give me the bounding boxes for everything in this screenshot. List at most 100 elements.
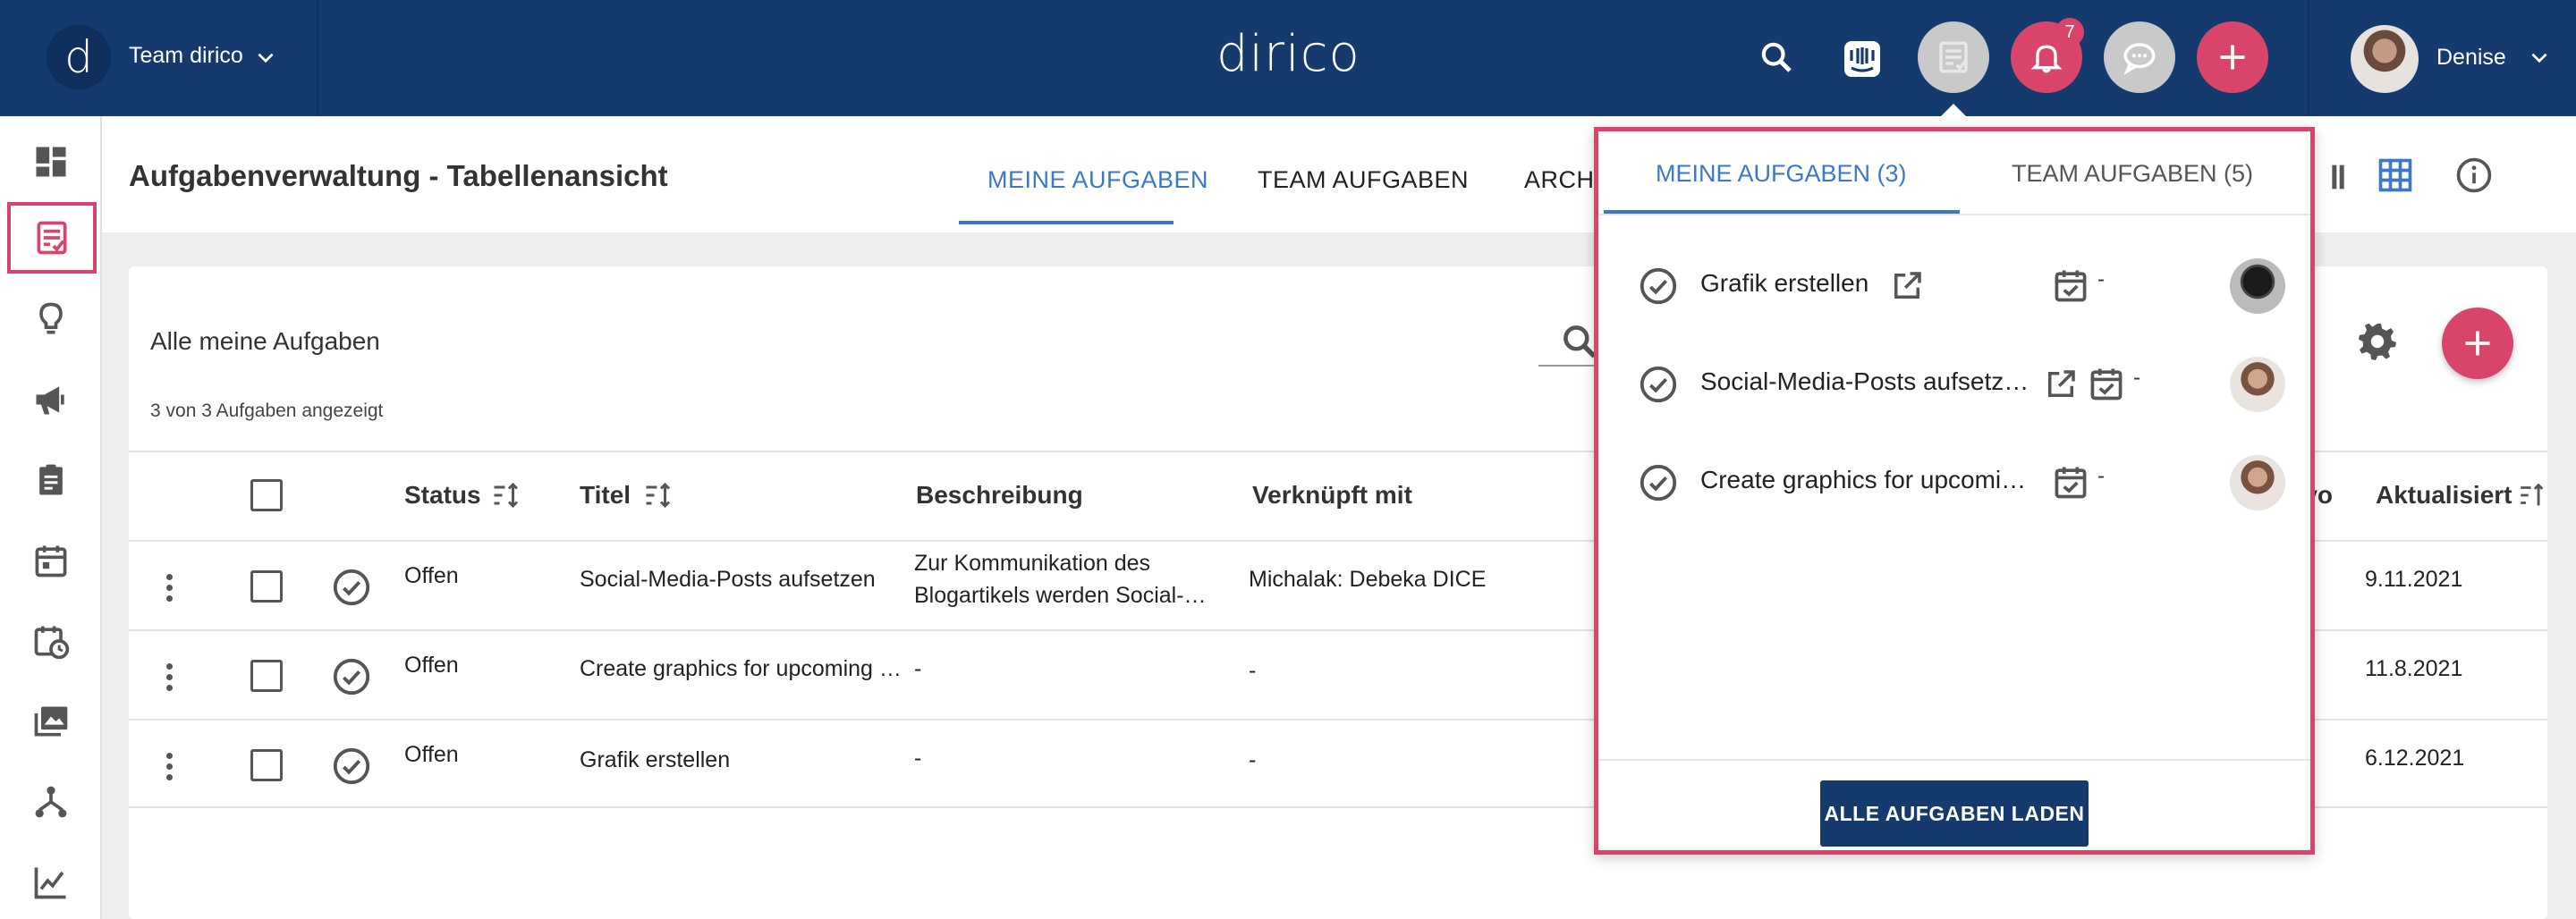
open-external-icon[interactable] [1888,267,1926,305]
popup-footer: ALLE AUFGABEN LADEN [1598,759,2310,850]
sidebar-item-ideas[interactable] [20,288,82,350]
plus-icon [2465,331,2490,356]
status-cell: Offen [404,742,459,767]
calendar-check-icon[interactable] [2051,462,2090,502]
sidebar-item-briefings[interactable] [20,449,82,511]
description-cell: Zur Kommunikation des [914,551,1151,576]
popup-task-date: - [2133,366,2140,390]
info-icon[interactable] [2454,156,2494,195]
tab-my-tasks[interactable]: MEINE AUFGABEN [987,166,1208,194]
plus-icon [2220,45,2245,70]
calendar-check-icon[interactable] [2051,266,2090,305]
row-checkbox[interactable] [250,660,283,692]
chevron-down-icon[interactable] [2528,46,2551,70]
sidebar-item-campaigns[interactable] [20,368,82,431]
assignee-avatar [2230,455,2285,510]
dirico-logo: d [47,25,111,89]
check-circle-icon[interactable] [1638,364,1679,405]
user-name[interactable]: Denise [2436,45,2506,71]
notification-badge: 7 [2055,18,2084,46]
column-header-linked[interactable]: Verknüpft mit [1252,481,1412,510]
dashboard-icon [36,147,66,177]
search-icon[interactable] [1758,39,1794,75]
calendar-clock-icon [34,626,70,660]
sidebar-item-media[interactable] [20,690,82,753]
sidebar-item-calendar[interactable] [20,529,82,592]
lightbulb-icon [39,302,63,334]
more-vert-icon[interactable] [166,574,174,606]
description-cell: - [914,746,922,771]
divider [2308,0,2309,116]
linked-cell[interactable]: Michalak: Debeka DICE [1249,563,1486,595]
add-task-button[interactable] [2442,308,2513,379]
popup-task-item[interactable]: Create graphics for upcomi… - [1598,446,2310,518]
popup-tab-my-tasks[interactable]: MEINE AUFGABEN (3) [1656,160,1907,188]
popup-task-title[interactable]: Grafik erstellen [1700,269,1868,298]
row-checkbox[interactable] [250,749,283,781]
sort-icon[interactable] [2517,479,2547,511]
team-switcher[interactable]: d Team dirico [0,0,318,116]
popup-task-title[interactable]: Create graphics for upcomi… [1700,466,2026,494]
tasks-popup: MEINE AUFGABEN (3) TEAM AUFGABEN (5) Gra… [1594,127,2315,855]
column-header-title[interactable]: Titel [580,481,631,510]
tasks-button[interactable] [1918,21,1989,93]
sidebar-item-tasks[interactable] [7,202,97,274]
updated-cell: 11.8.2021 [2365,656,2463,681]
popup-task-item[interactable]: Social-Media-Posts aufsetz… - [1598,348,2310,419]
row-checkbox[interactable] [250,570,283,603]
popup-arrow [1939,104,1968,118]
column-header-status[interactable]: Status [404,481,481,510]
more-vert-icon[interactable] [166,663,174,696]
sidebar [0,116,102,919]
megaphone-icon [36,386,64,415]
assignee-avatar [2230,258,2285,314]
check-circle-icon[interactable] [1638,462,1679,503]
check-circle-icon[interactable] [1638,266,1679,307]
status-cell: Offen [404,563,459,588]
more-vert-icon[interactable] [166,753,174,785]
load-all-tasks-button[interactable]: ALLE AUFGABEN LADEN [1820,780,2089,847]
table-view-icon[interactable] [2376,156,2415,195]
check-circle-icon[interactable] [331,656,372,697]
card-title: Alle meine Aufgaben [150,327,380,355]
team-name[interactable]: Team dirico [129,43,243,69]
intercom-icon[interactable] [1841,38,1884,80]
tab-team-tasks[interactable]: TEAM AUFGABEN [1258,166,1469,194]
sidebar-item-analytics[interactable] [20,851,82,914]
page-title: Aufgabenverwaltung - Tabellenansicht [129,159,668,192]
hierarchy-icon [35,786,67,818]
task-list-icon [37,221,67,255]
sort-icon[interactable] [642,479,674,511]
select-all-checkbox[interactable] [250,479,283,511]
column-header-description[interactable]: Beschreibung [916,481,1083,510]
popup-tab-team-tasks[interactable]: TEAM AUFGABEN (5) [2012,160,2253,188]
check-circle-icon[interactable] [331,746,372,787]
sidebar-item-dashboard[interactable] [20,131,82,193]
tab-archive[interactable]: ARCH [1524,166,1595,194]
gear-icon[interactable] [2356,320,2399,363]
check-circle-icon[interactable] [331,567,372,608]
sort-icon[interactable] [490,479,522,511]
clipboard-icon [39,464,63,495]
popup-task-title[interactable]: Social-Media-Posts aufsetz… [1700,367,2029,396]
task-list-icon [1939,41,1968,73]
sidebar-item-schedule[interactable] [20,610,82,672]
description-cell-line2: Blogartikels werden Social-… [914,583,1207,608]
title-cell[interactable]: Grafik erstellen [580,744,730,776]
calendar-check-icon[interactable] [2087,364,2126,403]
column-header-updated[interactable]: Aktualisiert [2376,481,2512,510]
chat-button[interactable] [2104,21,2175,93]
active-tab-indicator [1604,210,1960,214]
create-button[interactable] [2197,21,2268,93]
title-cell[interactable]: Social-Media-Posts aufsetzen [580,563,876,595]
popup-task-item[interactable]: Grafik erstellen - [1598,249,2310,321]
view-toggle-icon[interactable] [2311,159,2347,195]
user-avatar[interactable] [2351,25,2419,93]
open-external-icon[interactable] [2042,366,2080,403]
top-bar: d Team dirico dirico 7 Denise [0,0,2576,116]
chevron-down-icon[interactable] [254,46,277,70]
sidebar-item-workflow[interactable] [20,771,82,833]
title-cell[interactable]: Create graphics for upcoming … [580,653,902,685]
assignee-avatar [2230,357,2285,412]
line-chart-icon [34,867,66,899]
